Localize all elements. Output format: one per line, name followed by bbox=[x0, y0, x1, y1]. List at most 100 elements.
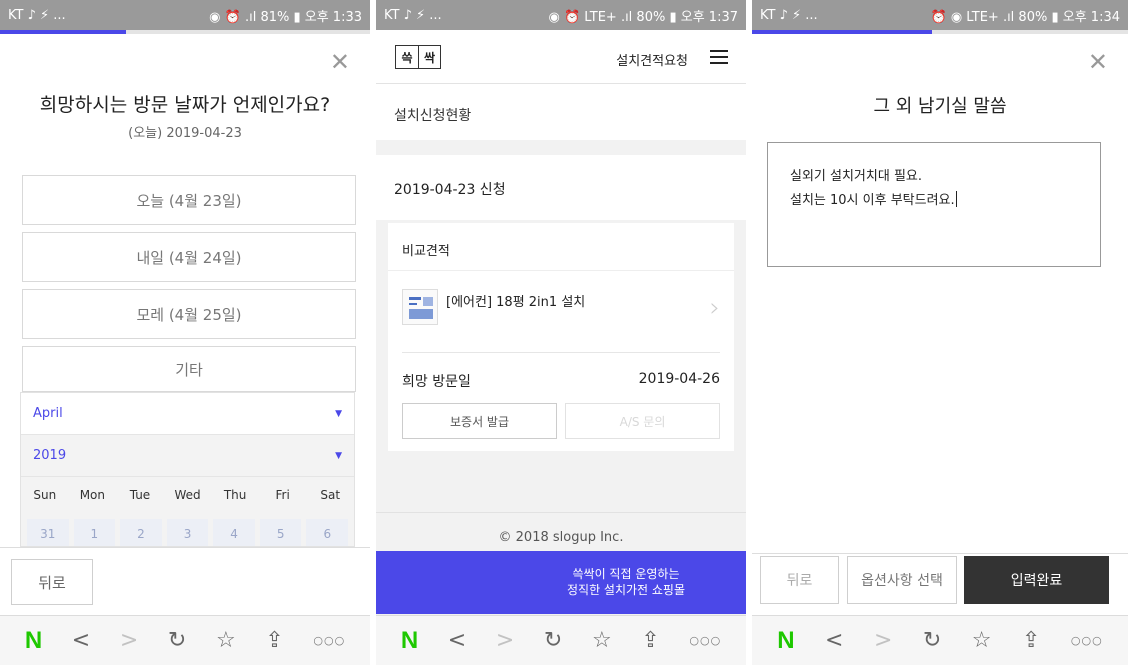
page-progress-fill bbox=[752, 30, 933, 34]
calendar-date-cell[interactable]: 1 bbox=[73, 519, 116, 546]
date-row: 31 1 2 3 4 5 6 bbox=[21, 513, 354, 546]
copyright: © 2018 slogup Inc. bbox=[376, 512, 746, 550]
memo-textarea[interactable]: 실외기 설치거치대 필요. 설치는 10시 이후 부탁드려요. bbox=[767, 142, 1101, 267]
naver-home-icon[interactable]: N bbox=[401, 627, 418, 655]
calendar-date-cell[interactable]: 6 bbox=[306, 519, 349, 546]
today-date: (오늘) 2019-04-23 bbox=[128, 126, 242, 141]
menu-icon[interactable] bbox=[710, 50, 728, 64]
as-inquiry-button[interactable]: A/S 문의 bbox=[565, 403, 720, 439]
month-select[interactable]: April ▼ bbox=[21, 393, 354, 435]
card-title: 비교견적 bbox=[388, 223, 734, 271]
page-progress-bar bbox=[0, 30, 370, 34]
option-tomorrow-button[interactable]: 내일 (4월 24일) bbox=[22, 232, 356, 282]
page-title: 그 외 남기실 말씀 bbox=[873, 96, 1007, 117]
status-bar: KT ♪ ⚡ ... ◉ ⏰ LTE+ .ıl 80% ▮ 오후 1:37 bbox=[376, 0, 746, 30]
forward-icon[interactable]: > bbox=[120, 629, 138, 652]
memo-line: 실외기 설치거치대 필요. bbox=[790, 169, 922, 184]
shop-banner[interactable]: 쓱싹이 직접 운영하는 정직한 설치가전 쇼핑몰 bbox=[376, 551, 746, 614]
option-other-button[interactable]: 기타 bbox=[22, 346, 356, 392]
request-estimate-link[interactable]: 설치견적요청 bbox=[616, 50, 688, 69]
option-day-after-button[interactable]: 모레 (4월 25일) bbox=[22, 289, 356, 339]
browser-toolbar: N < > ↻ ☆ ⇪ ○○○ bbox=[376, 615, 746, 665]
banner-line: 쓱싹이 직접 운영하는 bbox=[572, 567, 680, 581]
refresh-icon[interactable]: ↻ bbox=[168, 629, 186, 652]
phone-screen-memo: KT ♪ ⚡ ... ⏰ ◉ LTE+ .ıl 80% ▮ 오후 1:34 ✕ … bbox=[752, 0, 1128, 665]
weekday-label: Thu bbox=[223, 488, 247, 502]
page-title: 희망하시는 방문 날짜가 언제인가요? bbox=[39, 94, 331, 116]
calendar-date-cell[interactable]: 5 bbox=[259, 519, 302, 546]
calendar-date-cell[interactable]: 4 bbox=[213, 519, 255, 546]
memo-line: 설치는 10시 이후 부탁드려요. bbox=[790, 193, 955, 208]
star-icon[interactable]: ☆ bbox=[972, 629, 992, 652]
share-icon[interactable]: ⇪ bbox=[265, 629, 283, 652]
date-picker: April ▼ 2019 ▼ Sun Mon Tue Wed Thu Fri S… bbox=[20, 392, 355, 547]
caret-down-icon: ▼ bbox=[335, 450, 342, 461]
banner-line: 정직한 설치가전 쇼핑몰 bbox=[566, 583, 686, 597]
visit-date-row: 희망 방문일 2019-04-26 bbox=[388, 353, 734, 391]
status-right: ◉ ⏰ LTE+ .ıl 80% ▮ 오후 1:37 bbox=[548, 9, 738, 25]
back-icon[interactable]: < bbox=[825, 629, 843, 652]
weekday-label: Wed bbox=[174, 488, 201, 502]
star-icon[interactable]: ☆ bbox=[216, 629, 236, 652]
caret-down-icon: ▼ bbox=[335, 408, 342, 419]
naver-home-icon[interactable]: N bbox=[777, 627, 794, 655]
browser-toolbar: N < > ↻ ☆ ⇪ ○○○ bbox=[752, 615, 1128, 665]
back-icon[interactable]: < bbox=[448, 629, 466, 652]
page-progress-fill bbox=[0, 30, 126, 34]
more-icon[interactable]: ○○○ bbox=[1071, 634, 1103, 647]
visit-date: 2019-04-26 bbox=[638, 371, 720, 387]
warranty-button[interactable]: 보증서 발급 bbox=[402, 403, 557, 439]
more-icon[interactable]: ○○○ bbox=[313, 634, 345, 647]
more-icon[interactable]: ○○○ bbox=[689, 634, 721, 647]
status-left: KT ♪ ⚡ ... bbox=[760, 7, 818, 23]
logo[interactable]: 쓱 싹 bbox=[395, 45, 441, 69]
forward-icon[interactable]: > bbox=[496, 629, 514, 652]
calendar-date-cell[interactable]: 31 bbox=[27, 519, 69, 546]
back-button[interactable]: 뒤로 bbox=[760, 556, 839, 604]
estimate-card: 비교견적 [에어컨] 18평 2in1 설치 › 희망 방문일 2019-04-… bbox=[388, 223, 734, 451]
phone-screen-date: KT ♪ ⚡ ... ◉ ⏰ .ıl 81% ▮ 오후 1:33 ✕ 희망하시는… bbox=[0, 0, 370, 665]
weekday-label: Sun bbox=[33, 488, 57, 502]
section-title: 설치신청현황 bbox=[376, 85, 746, 140]
weekday-label: Mon bbox=[79, 488, 106, 502]
page-progress-bar bbox=[752, 30, 1128, 34]
weekday-header: Sun Mon Tue Wed Thu Fri Sat bbox=[21, 477, 354, 513]
page-body: 설치신청현황 2019-04-23 신청 비교견적 [에어컨] 18평 2in1… bbox=[376, 85, 746, 615]
share-icon[interactable]: ⇪ bbox=[1022, 629, 1040, 652]
back-icon[interactable]: < bbox=[72, 629, 90, 652]
close-icon[interactable]: ✕ bbox=[1088, 50, 1108, 74]
aircon-thumbnail bbox=[402, 289, 438, 325]
month-value: April bbox=[33, 406, 63, 421]
back-button[interactable]: 뒤로 bbox=[11, 559, 93, 605]
refresh-icon[interactable]: ↻ bbox=[923, 629, 941, 652]
site-header: 쓱 싹 설치견적요청 bbox=[376, 34, 746, 84]
naver-home-icon[interactable]: N bbox=[25, 627, 42, 655]
share-icon[interactable]: ⇪ bbox=[641, 629, 659, 652]
bottom-action-bar: 뒤로 bbox=[0, 547, 370, 615]
year-value: 2019 bbox=[33, 448, 67, 463]
status-right: ◉ ⏰ .ıl 81% ▮ 오후 1:33 bbox=[209, 9, 362, 25]
forward-icon[interactable]: > bbox=[874, 629, 892, 652]
product-row[interactable]: [에어컨] 18평 2in1 설치 › bbox=[402, 271, 720, 353]
text-cursor bbox=[955, 191, 957, 207]
calendar-date-cell[interactable]: 2 bbox=[120, 519, 162, 546]
status-left: KT ♪ ⚡ ... bbox=[8, 7, 66, 23]
screenshot-stage: KT ♪ ⚡ ... ◉ ⏰ .ıl 81% ▮ 오후 1:33 ✕ 희망하시는… bbox=[0, 0, 1128, 665]
weekday-label: Tue bbox=[129, 488, 151, 502]
status-left: KT ♪ ⚡ ... bbox=[384, 7, 442, 23]
status-bar: KT ♪ ⚡ ... ◉ ⏰ .ıl 81% ▮ 오후 1:33 bbox=[0, 0, 370, 30]
refresh-icon[interactable]: ↻ bbox=[544, 629, 562, 652]
card-actions: 보증서 발급 A/S 문의 bbox=[388, 391, 734, 439]
year-select[interactable]: 2019 ▼ bbox=[21, 435, 354, 477]
visit-label: 희망 방문일 bbox=[402, 374, 471, 390]
submit-button[interactable]: 입력완료 bbox=[964, 556, 1109, 604]
chevron-right-icon: › bbox=[709, 293, 720, 323]
calendar-date-cell[interactable]: 3 bbox=[166, 519, 209, 546]
star-icon[interactable]: ☆ bbox=[592, 629, 612, 652]
close-icon[interactable]: ✕ bbox=[330, 50, 350, 74]
status-right: ⏰ ◉ LTE+ .ıl 80% ▮ 오후 1:34 bbox=[930, 9, 1120, 25]
select-options-button[interactable]: 옵션사항 선택 bbox=[847, 556, 957, 604]
option-today-button[interactable]: 오늘 (4월 23일) bbox=[22, 175, 356, 225]
logo-char: 싹 bbox=[418, 46, 440, 68]
weekday-label: Fri bbox=[275, 488, 290, 502]
